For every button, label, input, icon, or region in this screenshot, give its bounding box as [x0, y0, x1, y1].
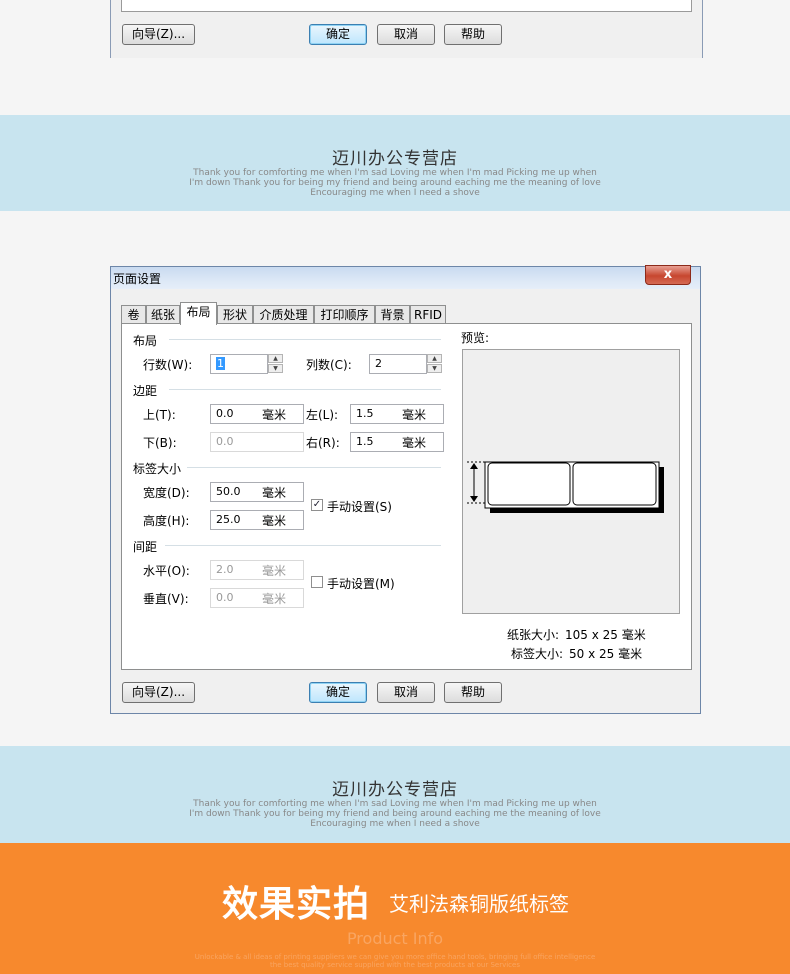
label-size-group-label: 标签大小: [133, 462, 182, 476]
checkmark-icon: ✓: [312, 499, 322, 510]
tab-paper[interactable]: 纸张: [146, 305, 180, 324]
banner-text-line: Thank you for comforting me when I'm sad…: [193, 168, 597, 178]
rows-value: 1: [216, 357, 225, 370]
group-divider: [169, 389, 441, 390]
margins-group-label: 边距: [133, 384, 158, 398]
cancel-button[interactable]: 取消: [377, 682, 435, 703]
tab-background[interactable]: 背景: [375, 305, 410, 324]
margin-left-label: 左(L):: [306, 408, 339, 422]
section-subtitle: 艾利法森铜版纸标签: [389, 892, 569, 916]
margin-bottom-input[interactable]: 0.0: [210, 432, 304, 452]
dialog-titlebar: 页面设置: [111, 267, 700, 289]
label-size-value: 50 x 25 毫米: [569, 647, 643, 661]
dialog-title: 页面设置: [113, 272, 162, 286]
label-size-label: 标签大小:: [511, 647, 564, 661]
page-setup-dialog: 页面设置 x 卷 纸张 布局 形状 介质处理 打印顺序 背景 RFID 布局 行…: [110, 265, 701, 714]
margin-top-unit: 毫米: [262, 408, 287, 422]
manual-size-label: 手动设置(S): [327, 500, 392, 514]
store-name: 迈川办公专营店: [332, 780, 458, 800]
manual-size-checkbox[interactable]: ✓: [311, 499, 323, 511]
product-info-text: Product Info: [346, 929, 444, 948]
group-divider: [165, 545, 441, 546]
stepper-up-icon[interactable]: ▲: [268, 354, 283, 363]
help-button[interactable]: 帮助: [444, 682, 502, 703]
wizard-button[interactable]: 向导(Z)...: [122, 682, 195, 703]
margin-left-input[interactable]: 1.5: [350, 404, 444, 424]
footer-fine-print: Unlockable & all ideas of printing suppl…: [0, 953, 790, 969]
help-button[interactable]: 帮助: [444, 24, 502, 45]
group-divider: [187, 467, 441, 468]
close-button[interactable]: x: [645, 265, 691, 285]
margin-right-input[interactable]: 1.5: [350, 432, 444, 452]
tab-roll[interactable]: 卷: [121, 305, 146, 324]
tab-print-order[interactable]: 打印顺序: [314, 305, 375, 324]
store-name: 迈川办公专营店: [332, 149, 458, 169]
gap-horizontal-unit: 毫米: [262, 564, 287, 578]
preview-label: 预览:: [461, 331, 490, 345]
gap-vertical-unit: 毫米: [262, 592, 287, 606]
wizard-button[interactable]: 向导(Z)...: [122, 24, 195, 45]
margin-top-input[interactable]: 0.0: [210, 404, 304, 424]
rows-stepper[interactable]: ▲ ▼: [268, 354, 283, 374]
product-section-header: 效果实拍 艾利法森铜版纸标签 Product Info Unlockable &…: [0, 843, 790, 974]
label-cell-1: [487, 462, 571, 506]
gap-horizontal-input[interactable]: 2.0: [210, 560, 304, 580]
tab-rfid[interactable]: RFID: [410, 305, 446, 324]
fine-print-line: Unlockable & all ideas of printing suppl…: [194, 953, 596, 961]
label-height-input[interactable]: 25.0: [210, 510, 304, 530]
banner-text-line: I'm down Thank you for being my friend a…: [189, 178, 601, 188]
top-dialog-fragment: 向导(Z)... 确定 取消 帮助: [110, 0, 703, 58]
margin-right-label: 右(R):: [306, 436, 340, 450]
label-height-label: 高度(H):: [143, 514, 190, 528]
label-height-unit: 毫米: [262, 514, 287, 528]
rows-input[interactable]: 1: [210, 354, 268, 374]
cols-stepper[interactable]: ▲ ▼: [427, 354, 442, 374]
height-arrow-icon: [467, 461, 487, 504]
store-banner: 迈川办公专营店 Thank you for comforting me when…: [0, 746, 790, 843]
stepper-up-icon[interactable]: ▲: [427, 354, 442, 363]
ok-button[interactable]: 确定: [309, 682, 367, 703]
layout-group-label: 布局: [133, 334, 158, 348]
gap-horizontal-label: 水平(O):: [143, 564, 190, 578]
rows-label: 行数(W):: [143, 358, 193, 372]
stepper-down-icon[interactable]: ▼: [427, 364, 442, 373]
group-divider: [169, 339, 441, 340]
manual-gap-checkbox[interactable]: [311, 576, 323, 588]
label-width-label: 宽度(D):: [143, 486, 190, 500]
fine-print-line: the best quality service supplied with t…: [270, 961, 520, 969]
banner-text-line: Thank you for comforting me when I'm sad…: [193, 799, 597, 809]
margin-bottom-label: 下(B):: [143, 436, 177, 450]
label-width-unit: 毫米: [262, 486, 287, 500]
label-cell-2: [572, 462, 657, 506]
paper-size-label: 纸张大小:: [507, 628, 560, 642]
section-headline: 效果实拍: [222, 884, 371, 925]
preview-area: [462, 349, 680, 614]
paper-size-value: 105 x 25 毫米: [565, 628, 646, 642]
gap-group-label: 间距: [133, 540, 158, 554]
margin-right-unit: 毫米: [402, 436, 427, 450]
ok-button[interactable]: 确定: [309, 24, 367, 45]
gap-vertical-label: 垂直(V):: [143, 592, 189, 606]
margin-left-unit: 毫米: [402, 408, 427, 422]
margin-top-label: 上(T):: [143, 408, 176, 422]
banner-text-line: I'm down Thank you for being my friend a…: [189, 809, 601, 819]
layout-tab-panel: 布局 行数(W): 1 ▲ ▼ 列数(C): 2 ▲ ▼ 边距 上(T): 0.0 …: [121, 323, 692, 670]
tab-shape[interactable]: 形状: [217, 305, 253, 324]
store-banner: 迈川办公专营店 Thank you for comforting me when…: [0, 115, 790, 211]
stepper-down-icon[interactable]: ▼: [268, 364, 283, 373]
tab-layout[interactable]: 布局: [180, 302, 217, 325]
cols-input[interactable]: 2: [369, 354, 427, 374]
banner-text-line: Encouraging me when I need a shove: [310, 188, 480, 198]
cancel-button[interactable]: 取消: [377, 24, 435, 45]
label-preview-graphic: [467, 461, 664, 513]
tab-panel-frame: [121, 0, 692, 12]
cols-label: 列数(C):: [306, 358, 352, 372]
manual-gap-label: 手动设置(M): [327, 577, 395, 591]
tab-media-handling[interactable]: 介质处理: [253, 305, 314, 324]
banner-text-line: Encouraging me when I need a shove: [310, 819, 480, 829]
label-width-input[interactable]: 50.0: [210, 482, 304, 502]
gap-vertical-input[interactable]: 0.0: [210, 588, 304, 608]
